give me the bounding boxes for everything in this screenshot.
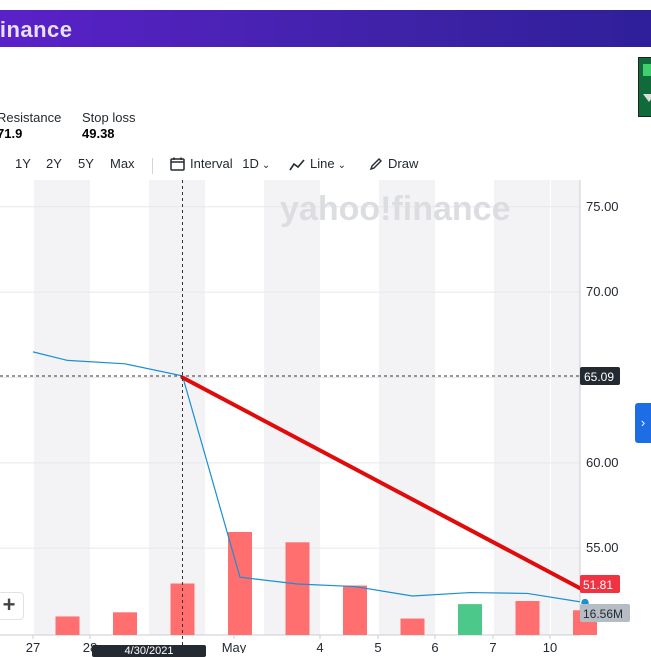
range-5y-button[interactable]: 5Y — [78, 156, 94, 171]
volume-bar — [170, 583, 195, 635]
y-tick-label: 75.00 — [586, 199, 619, 214]
interval-dropdown[interactable]: Interval 1D ⌄ — [170, 156, 270, 171]
chevron-down-icon: ⌄ — [337, 160, 346, 171]
expand-panel-button[interactable]: › — [635, 403, 651, 443]
chevron-down-icon: ⌄ — [261, 160, 271, 171]
day-column-shade — [379, 180, 435, 635]
ad-up-icon — [643, 64, 651, 76]
x-tick-label: 6 — [431, 640, 438, 653]
top-header-bar — [0, 10, 651, 47]
draw-button[interactable]: Draw — [369, 156, 418, 171]
day-column-shade — [149, 180, 205, 635]
volume-bar — [515, 601, 540, 635]
stoploss-value: 49.38 — [82, 126, 115, 141]
volume-bar — [343, 585, 367, 635]
calendar-icon — [170, 157, 185, 171]
y-tick-label: 70.00 — [586, 284, 619, 299]
volume-bar — [55, 616, 80, 635]
x-tick-label: May — [222, 640, 247, 653]
crosshair-date-tooltip: 4/30/2021 — [92, 645, 206, 657]
range-2y-button[interactable]: 2Y — [46, 156, 62, 171]
volume-label: 16.56M — [583, 607, 623, 621]
range-max-button[interactable]: Max — [110, 156, 135, 171]
interval-value: 1D — [242, 156, 259, 171]
volume-bar — [458, 604, 482, 635]
x-tick-label: 7 — [489, 640, 496, 653]
day-column-shade — [551, 180, 580, 635]
y-tick-label: 60.00 — [586, 455, 619, 470]
line-chart-icon — [289, 159, 305, 171]
pencil-icon — [369, 158, 382, 171]
stoploss-label: Stop loss — [82, 110, 136, 125]
x-tick-label: 27 — [26, 640, 40, 653]
chart-type-dropdown[interactable]: Line ⌄ — [289, 156, 346, 171]
ad-banner[interactable] — [638, 57, 651, 117]
chart-type-label: Line — [310, 156, 335, 171]
volume-bar — [113, 612, 137, 635]
resistance-value: 71.9 — [0, 126, 23, 141]
x-tick-label: 5 — [374, 640, 381, 653]
y-tick-label: 55.00 — [586, 540, 619, 555]
interval-label: Interval — [190, 156, 233, 171]
chevron-right-icon: › — [640, 415, 646, 430]
crosshair-value-label: 65.09 — [584, 370, 614, 384]
last-price-label: 51.81 — [583, 578, 613, 592]
watermark-logo: yahoo!finance — [280, 190, 510, 228]
x-tick-label: 4 — [316, 640, 323, 653]
day-column-shade — [34, 180, 90, 635]
x-tick-label: 10 — [543, 640, 557, 653]
range-1y-button[interactable]: 1Y — [15, 156, 31, 171]
plus-icon: + — [2, 592, 16, 617]
volume-bar — [285, 542, 310, 635]
ad-down-arrow-icon — [643, 94, 651, 102]
draw-label: Draw — [388, 156, 419, 171]
zoom-in-button[interactable]: + — [0, 592, 24, 620]
volume-bar — [400, 618, 425, 635]
price-chart[interactable]: yahoo!finance75.0070.0065.0060.0055.0065… — [0, 180, 651, 653]
resistance-label: Resistance — [0, 110, 62, 125]
brand-logo[interactable]: finance — [0, 17, 73, 43]
toolbar-divider — [152, 158, 153, 174]
